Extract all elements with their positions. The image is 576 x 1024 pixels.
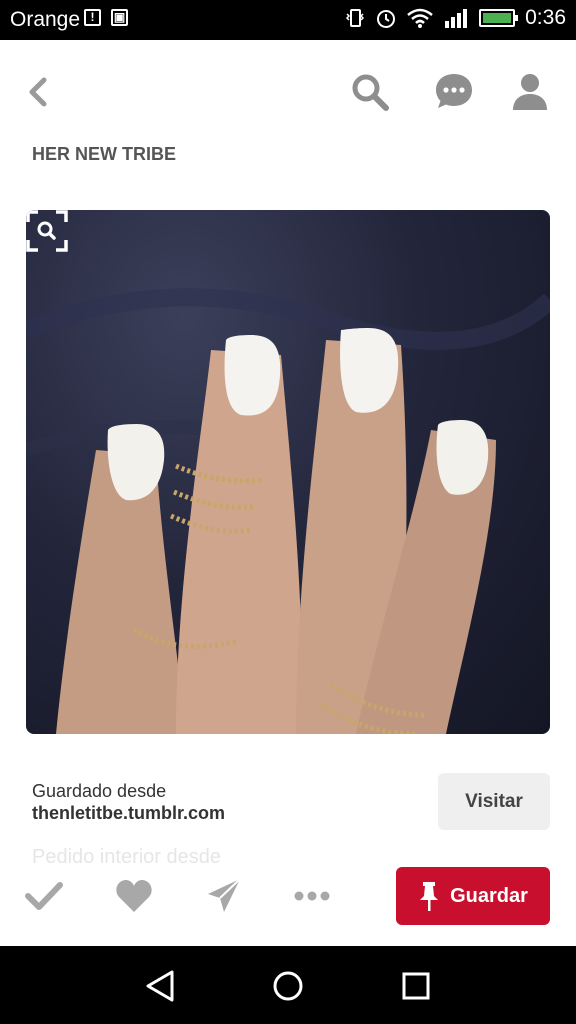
- send-icon[interactable]: [204, 876, 244, 916]
- source-domain-link[interactable]: thenletitbe.tumblr.com: [32, 803, 225, 824]
- nav-home-icon[interactable]: [268, 966, 308, 1006]
- faded-caption: Pedido interior desde: [32, 846, 222, 868]
- back-chevron-icon[interactable]: [22, 72, 58, 112]
- saved-from-label: Guardado desde: [32, 781, 167, 801]
- search-icon[interactable]: [348, 70, 392, 114]
- clock-time: 0:36: [525, 6, 566, 29]
- alarm-icon: [377, 10, 396, 28]
- notification-alert-icon: !: [84, 9, 101, 26]
- carrier-name: Orange: [10, 8, 81, 31]
- board-title[interactable]: HER NEW TRIBE: [32, 144, 176, 165]
- pin-image[interactable]: [26, 210, 550, 734]
- heart-icon[interactable]: [114, 876, 154, 916]
- battery-icon: [479, 9, 519, 27]
- nav-back-icon[interactable]: [140, 966, 180, 1006]
- wifi-icon: [407, 8, 433, 28]
- visual-search-icon[interactable]: [26, 210, 68, 252]
- check-icon[interactable]: [24, 876, 64, 916]
- more-icon[interactable]: [292, 876, 332, 916]
- save-button[interactable]: Guardar: [396, 867, 550, 925]
- visit-button[interactable]: Visitar: [438, 773, 550, 830]
- vibrate-icon: [346, 9, 365, 27]
- status-bar: Orange ! ▣ 0:36: [0, 0, 576, 40]
- image-notification-icon: ▣: [111, 9, 128, 26]
- hand-photo: [26, 288, 550, 734]
- save-button-label: Guardar: [450, 884, 528, 907]
- profile-icon[interactable]: [508, 70, 552, 114]
- chat-icon[interactable]: [432, 70, 476, 114]
- pin-icon: [420, 882, 439, 911]
- nav-recents-icon[interactable]: [396, 966, 436, 1006]
- signal-icon: [445, 9, 468, 28]
- system-nav-bar: [0, 946, 576, 1024]
